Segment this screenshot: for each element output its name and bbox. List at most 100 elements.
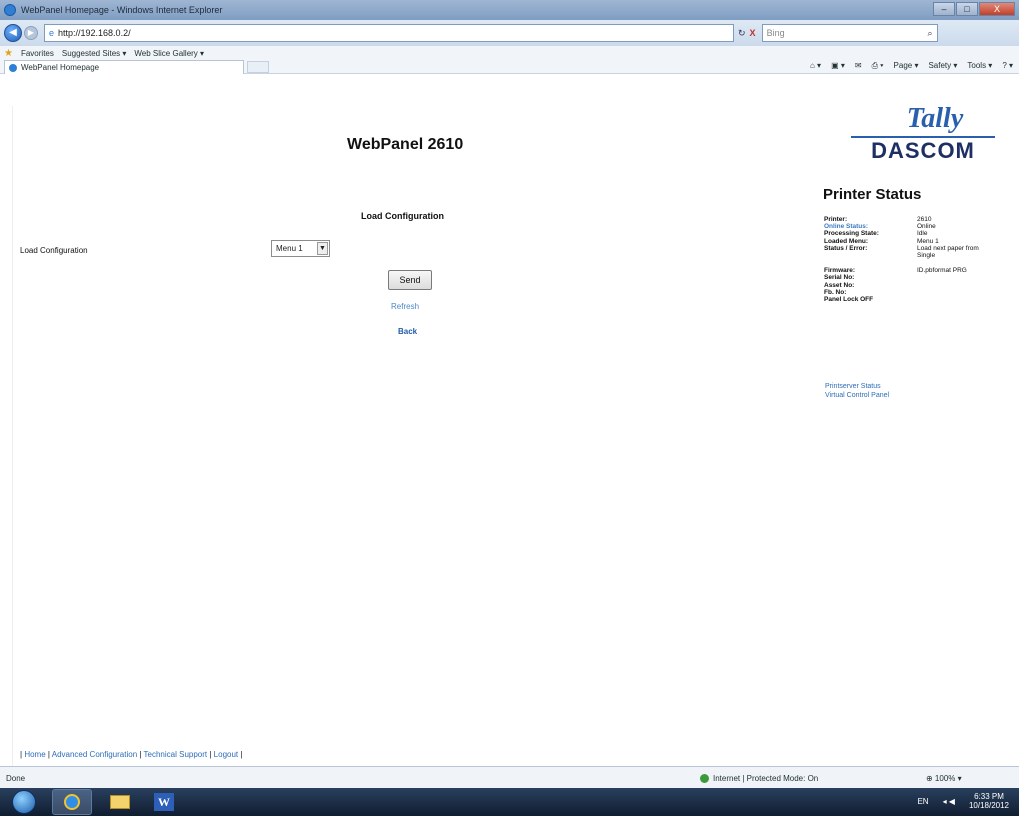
url-text: http://192.168.0.2/ bbox=[58, 28, 131, 38]
tab-page-icon bbox=[9, 63, 17, 72]
page-title: WebPanel 2610 bbox=[347, 136, 464, 153]
taskbar: W EN ◂ ◀ 6:33 PM 10/18/2012 bbox=[0, 788, 1019, 816]
printserver-status-link[interactable]: Printserver Status bbox=[825, 383, 881, 390]
status-value: Load next paper from bbox=[917, 244, 979, 252]
send-button[interactable]: Send bbox=[388, 270, 432, 290]
help-icon[interactable]: ? ▾ bbox=[1002, 61, 1013, 71]
refresh-link[interactable]: Refresh bbox=[391, 302, 419, 311]
status-key: Asset No: bbox=[824, 281, 855, 289]
new-tab-button[interactable] bbox=[247, 61, 269, 73]
favorites-button[interactable]: Favorites bbox=[21, 49, 54, 58]
stop-icon[interactable]: X bbox=[750, 28, 756, 38]
status-key bbox=[824, 252, 917, 259]
back-link[interactable]: Back bbox=[398, 327, 417, 336]
footer-advanced-configuration-link[interactable]: Advanced Configuration bbox=[52, 750, 137, 759]
status-row: Status / Error: Load next paper from bbox=[824, 245, 1004, 252]
feeds-icon[interactable]: ▣ ▾ bbox=[831, 61, 845, 71]
status-row: Firmware: ID.pbformat PRG bbox=[824, 267, 1004, 274]
minimize-button[interactable]: – bbox=[933, 2, 955, 16]
status-key: Printer: bbox=[824, 216, 848, 223]
status-value bbox=[917, 296, 1003, 303]
maximize-button[interactable]: □ bbox=[956, 2, 978, 16]
status-key: Serial No: bbox=[824, 274, 855, 282]
title-bar: WebPanel Homepage - Windows Internet Exp… bbox=[0, 0, 1019, 20]
close-button[interactable]: X bbox=[979, 2, 1015, 16]
separator: | bbox=[20, 750, 23, 759]
taskbar-explorer[interactable] bbox=[100, 789, 140, 815]
globe-icon bbox=[700, 774, 709, 783]
separator: | bbox=[240, 750, 243, 759]
search-input[interactable]: Bing ⌕ bbox=[761, 24, 938, 42]
tools-menu[interactable]: Tools ▾ bbox=[967, 61, 992, 71]
printer-status-table: Printer: 2610 Online Status: Online Proces… bbox=[824, 216, 1004, 303]
status-key: Fb. No: bbox=[824, 288, 847, 296]
status-row: Loaded Menu: Menu 1 bbox=[824, 238, 1004, 245]
home-icon[interactable]: ⌂ ▾ bbox=[810, 61, 821, 71]
tally-dascom-logo: Tally DASCOM bbox=[851, 104, 995, 162]
taskbar-word[interactable]: W bbox=[144, 789, 184, 815]
status-row: Fb. No: bbox=[824, 289, 1004, 296]
security-zone[interactable]: Internet | Protected Mode: On bbox=[700, 774, 818, 783]
taskbar-internet-explorer[interactable] bbox=[52, 789, 92, 815]
internet-explorer-icon bbox=[64, 794, 80, 810]
page-content: WebPanel 2610 Load Configuration Load Co… bbox=[0, 74, 1019, 766]
web-slice-gallery-link[interactable]: Web Slice Gallery ▾ bbox=[134, 49, 204, 58]
status-value: Single bbox=[917, 252, 936, 260]
online-status-link[interactable]: Online Status: bbox=[824, 223, 917, 230]
footer-home-link[interactable]: Home bbox=[24, 750, 45, 759]
forward-button[interactable]: ▶ bbox=[24, 26, 38, 40]
status-value: Idle bbox=[917, 230, 928, 238]
clock[interactable]: 6:33 PM 10/18/2012 bbox=[969, 792, 1009, 810]
internet-explorer-icon bbox=[4, 4, 16, 16]
footer-technical-support-link[interactable]: Technical Support bbox=[144, 750, 208, 759]
print-icon[interactable]: ⎙ ▾ bbox=[872, 61, 884, 71]
status-value: Online bbox=[917, 223, 936, 231]
address-tools: ↻ X bbox=[738, 28, 756, 39]
page-menu[interactable]: Page ▾ bbox=[894, 61, 919, 71]
zone-text: Internet | Protected Mode: On bbox=[713, 774, 819, 783]
status-row: Asset No: bbox=[824, 282, 1004, 289]
search-icon[interactable]: ⌕ bbox=[928, 25, 933, 41]
clock-time: 6:33 PM bbox=[974, 792, 1004, 801]
favorites-bar: ★ Favorites Suggested Sites ▾ Web Slice … bbox=[0, 46, 1019, 74]
status-value: 2610 bbox=[917, 216, 932, 223]
back-button[interactable]: ◀ bbox=[4, 24, 22, 42]
status-row: Serial No: bbox=[824, 274, 1004, 281]
separator: | bbox=[139, 750, 142, 759]
system-tray: EN ◂ ◀ 6:33 PM 10/18/2012 bbox=[917, 792, 1009, 810]
screen: { "window": { "title": "WebPanel Homepag… bbox=[0, 0, 1019, 816]
zoom-control[interactable]: ⊕ 100% ▾ bbox=[926, 774, 962, 783]
folder-icon bbox=[110, 795, 130, 809]
status-value bbox=[917, 282, 1003, 289]
tab-label: WebPanel Homepage bbox=[21, 63, 100, 72]
select-value: Menu 1 bbox=[276, 244, 303, 253]
status-value: ID.pbformat PRG bbox=[917, 267, 967, 275]
status-row: Printer: 2610 bbox=[824, 216, 1004, 223]
favorites-star-icon[interactable]: ★ bbox=[4, 48, 13, 59]
window-title: WebPanel Homepage - Windows Internet Exp… bbox=[21, 5, 223, 15]
chevron-down-icon[interactable]: ▼ bbox=[317, 242, 328, 255]
refresh-icon[interactable]: ↻ bbox=[738, 28, 746, 39]
mail-icon[interactable]: ✉ bbox=[855, 61, 862, 71]
left-rule bbox=[12, 106, 13, 766]
virtual-control-panel-link[interactable]: Virtual Control Panel bbox=[825, 392, 889, 399]
printer-status-title: Printer Status bbox=[823, 186, 922, 203]
footer-logout-link[interactable]: Logout bbox=[214, 750, 238, 759]
suggested-sites-link[interactable]: Suggested Sites ▾ bbox=[62, 49, 127, 58]
status-row: Processing State: Idle bbox=[824, 230, 1004, 237]
start-button[interactable] bbox=[12, 790, 36, 814]
url-input[interactable]: e http://192.168.0.2/ bbox=[44, 24, 734, 42]
status-key: Panel Lock OFF bbox=[824, 296, 874, 304]
page-icon: e bbox=[49, 28, 55, 38]
status-key: Status / Error: bbox=[824, 244, 868, 252]
word-icon: W bbox=[154, 793, 174, 811]
load-configuration-select[interactable]: Menu 1 ▼ bbox=[271, 240, 330, 257]
language-indicator[interactable]: EN bbox=[917, 797, 928, 806]
volume-icon[interactable]: ◂ ◀ bbox=[943, 797, 955, 806]
status-value: Menu 1 bbox=[917, 237, 939, 245]
safety-menu[interactable]: Safety ▾ bbox=[928, 61, 957, 71]
status-key: Firmware: bbox=[824, 267, 856, 275]
search-placeholder: Bing bbox=[766, 28, 785, 38]
tab-webpanel-homepage[interactable]: WebPanel Homepage bbox=[4, 60, 244, 74]
